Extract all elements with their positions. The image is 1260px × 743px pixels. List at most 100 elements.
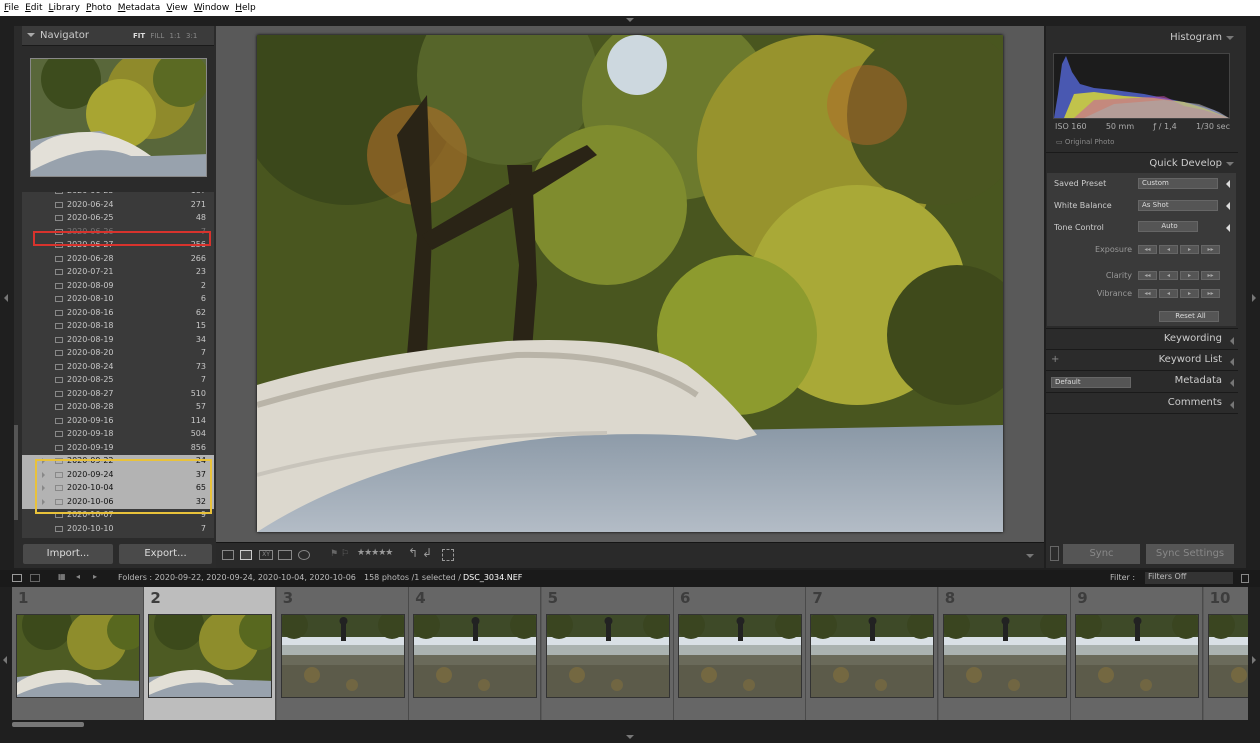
menu-edit[interactable]: Edit xyxy=(25,3,42,13)
top-panel-toggle-icon[interactable] xyxy=(626,18,634,22)
auto-sync-toggle[interactable] xyxy=(1050,546,1059,561)
exposure-buttons[interactable]: ◂◂ ◂ ▸ ▸▸ xyxy=(1138,245,1220,254)
filmstrip-cell[interactable]: 10 xyxy=(1203,587,1248,720)
bottom-panel-toggle-icon[interactable] xyxy=(626,735,634,739)
filter-select[interactable]: Filters Off xyxy=(1145,572,1233,584)
folder-row[interactable]: 2020-08-19 34 xyxy=(22,334,214,348)
folder-row[interactable]: 2020-08-24 73 xyxy=(22,361,214,375)
main-photo[interactable] xyxy=(257,35,1003,532)
expand-icon[interactable] xyxy=(1230,358,1234,366)
vibrance-plus[interactable]: ▸ xyxy=(1180,289,1199,298)
folder-row[interactable]: 2020-09-16 114 xyxy=(22,415,214,429)
clarity-plus-1[interactable]: ▸▸ xyxy=(1201,271,1220,280)
zoom-fit[interactable]: FIT xyxy=(133,32,145,40)
expand-icon[interactable] xyxy=(1226,180,1230,188)
filmstrip-scroll-left-icon[interactable] xyxy=(3,656,7,664)
keyword-list-header[interactable]: + Keyword List xyxy=(1046,350,1238,370)
histogram-header[interactable]: Histogram xyxy=(1046,28,1238,48)
zoom-fill[interactable]: FILL xyxy=(150,32,164,40)
menu-library[interactable]: Library xyxy=(49,3,80,13)
filmstrip-cell[interactable]: 3 xyxy=(276,587,409,720)
filmstrip-thumbnail[interactable] xyxy=(678,614,802,698)
vibrance-minus[interactable]: ◂ xyxy=(1159,289,1178,298)
filmstrip-thumbnail[interactable] xyxy=(16,614,140,698)
exposure-plus[interactable]: ▸ xyxy=(1180,245,1199,254)
folder-row[interactable]: 2020-08-18 15 xyxy=(22,320,214,334)
filmstrip-cell[interactable]: 9 xyxy=(1071,587,1204,720)
rotate-right-icon[interactable]: ↲ xyxy=(422,546,432,560)
clarity-minus[interactable]: ◂ xyxy=(1159,271,1178,280)
sync-settings-button[interactable]: Sync Settings xyxy=(1146,544,1234,564)
grid-view-icon[interactable] xyxy=(222,550,234,560)
back-arrow-icon[interactable]: ◂ xyxy=(76,572,80,581)
clarity-buttons[interactable]: ◂◂ ◂ ▸ ▸▸ xyxy=(1138,271,1220,280)
auto-tone-button[interactable]: Auto xyxy=(1138,221,1198,232)
filmstrip-cell[interactable]: 7 xyxy=(806,587,939,720)
filmstrip-thumbnail[interactable] xyxy=(942,614,1067,698)
folder-row[interactable]: 2020-06-24 271 xyxy=(22,199,214,213)
menu-view[interactable]: View xyxy=(166,3,187,13)
expand-icon[interactable] xyxy=(1230,401,1234,409)
vibrance-minus-1[interactable]: ◂◂ xyxy=(1138,289,1157,298)
filename[interactable]: DSC_3034.NEF xyxy=(463,573,522,582)
menu-photo[interactable]: Photo xyxy=(86,3,112,13)
forward-arrow-icon[interactable]: ▸ xyxy=(93,572,97,581)
folder-row[interactable]: 2020-09-19 856 xyxy=(22,442,214,456)
folder-row[interactable]: 2020-07-21 23 xyxy=(22,266,214,280)
navigator-zoom-modes[interactable]: FIT FILL 1:1 3:1 xyxy=(133,32,197,40)
folder-row[interactable]: 2020-08-28 57 xyxy=(22,401,214,415)
import-button[interactable]: Import... xyxy=(23,544,113,564)
filmstrip-thumbnail[interactable] xyxy=(545,614,670,698)
expand-icon[interactable] xyxy=(1226,202,1230,210)
expand-icon[interactable] xyxy=(1230,379,1234,387)
grid-icon[interactable]: ▦ xyxy=(58,572,66,581)
reset-all-button[interactable]: Reset All xyxy=(1159,311,1219,322)
menu-metadata[interactable]: Metadata xyxy=(118,3,161,13)
filmstrip-cell[interactable]: 8 xyxy=(938,587,1071,720)
folder-row[interactable]: 2020-09-18 504 xyxy=(22,428,214,442)
filmstrip-thumbnail[interactable] xyxy=(413,614,538,698)
filmstrip-scrollbar[interactable] xyxy=(12,722,84,727)
export-button[interactable]: Export... xyxy=(119,544,212,564)
menu-file[interactable]: File xyxy=(4,3,19,13)
exposure-minus-1[interactable]: ◂◂ xyxy=(1138,245,1157,254)
menu-window[interactable]: Window xyxy=(194,3,230,13)
rotate-left-icon[interactable]: ↰ xyxy=(408,546,418,560)
navigator-preview[interactable] xyxy=(30,58,207,177)
collapse-icon[interactable] xyxy=(1226,162,1234,166)
secondary-window-icon[interactable] xyxy=(30,574,40,582)
filmstrip-thumbnail[interactable] xyxy=(1075,614,1200,698)
add-keyword-icon[interactable]: + xyxy=(1051,350,1059,370)
saved-preset-select[interactable]: Custom xyxy=(1138,178,1218,189)
filmstrip-cell[interactable]: 1 xyxy=(12,587,144,720)
left-panel-toggle-icon[interactable] xyxy=(4,294,8,302)
filmstrip-cell[interactable]: 5 xyxy=(541,587,674,720)
collapse-icon[interactable] xyxy=(1226,36,1234,40)
exposure-minus[interactable]: ◂ xyxy=(1159,245,1178,254)
folder-row[interactable]: 2020-10-10 7 xyxy=(22,523,214,537)
keywording-header[interactable]: Keywording xyxy=(1046,329,1238,349)
folder-row[interactable]: 2020-08-10 6 xyxy=(22,293,214,307)
folder-row[interactable]: 2020-08-09 2 xyxy=(22,280,214,294)
rating-stars[interactable]: ★★★★★ xyxy=(357,548,393,558)
vibrance-plus-1[interactable]: ▸▸ xyxy=(1201,289,1220,298)
exposure-plus-1[interactable]: ▸▸ xyxy=(1201,245,1220,254)
filmstrip-thumbnail[interactable] xyxy=(148,614,273,698)
collapse-icon[interactable] xyxy=(27,33,35,37)
source-path[interactable]: Folders : 2020-09-22, 2020-09-24, 2020-1… xyxy=(118,573,356,582)
folder-row[interactable]: 2020-08-16 62 xyxy=(22,307,214,321)
zoom-3-1[interactable]: 3:1 xyxy=(186,32,197,40)
clarity-plus[interactable]: ▸ xyxy=(1180,271,1199,280)
folder-row[interactable]: 2020-08-20 7 xyxy=(22,347,214,361)
zoom-1-1[interactable]: 1:1 xyxy=(170,32,181,40)
white-balance-select[interactable]: As Shot xyxy=(1138,200,1218,211)
lock-icon[interactable] xyxy=(1241,574,1249,583)
expand-icon[interactable] xyxy=(1226,224,1230,232)
folder-row[interactable]: 2020-06-25 48 xyxy=(22,212,214,226)
comments-header[interactable]: Comments xyxy=(1046,393,1238,413)
metadata-preset-select[interactable]: Default xyxy=(1051,377,1131,388)
quick-develop-header[interactable]: Quick Develop xyxy=(1046,154,1238,174)
sync-button[interactable]: Sync xyxy=(1063,544,1140,564)
primary-window-icon[interactable] xyxy=(12,574,22,582)
flag-icon[interactable]: ⚑ ⚐ xyxy=(330,549,349,559)
